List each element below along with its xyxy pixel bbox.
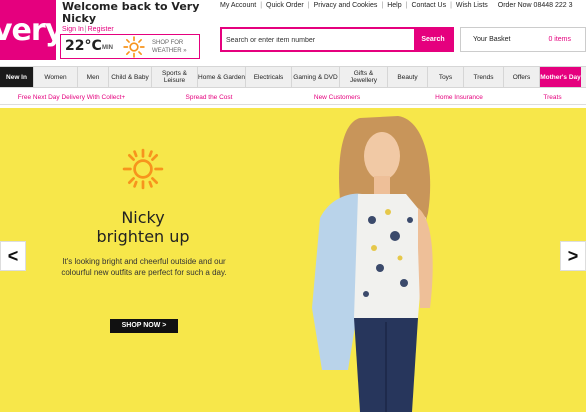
category-trends[interactable]: Trends: [464, 67, 504, 87]
category-child-baby[interactable]: Child & Baby: [109, 67, 152, 87]
my-account-link[interactable]: My Account: [220, 2, 256, 9]
basket-widget[interactable]: Your Basket 0 items: [460, 27, 586, 52]
carousel-next-button[interactable]: >: [560, 241, 586, 271]
nav-separator: |: [405, 2, 408, 9]
hero-headline-line2: brighten up: [96, 227, 190, 246]
privacy-link[interactable]: Privacy and Cookies: [314, 2, 378, 9]
category-beauty[interactable]: Beauty: [388, 67, 428, 87]
nav-separator: |: [260, 2, 263, 9]
shop-weather-line1: SHOP FOR: [152, 40, 184, 46]
nav-separator: |: [450, 2, 452, 9]
weather-min-label: MIN: [102, 45, 113, 51]
weather-widget[interactable]: 22°C MIN SHOP FOR WEATHER »: [60, 34, 200, 59]
register-link[interactable]: Register: [88, 26, 114, 33]
help-link[interactable]: Help: [387, 2, 401, 9]
category-gifts-jewellery[interactable]: Gifts & Jewellery: [340, 67, 388, 87]
category-new-in[interactable]: New In: [0, 67, 34, 87]
category-gaming-dvd[interactable]: Gaming & DVD: [292, 67, 340, 87]
basket-count: 0 items: [548, 36, 571, 43]
sign-in-link[interactable]: Sign In: [62, 26, 84, 33]
hero-headline-line1: Nicky: [121, 208, 165, 227]
category-mothers-day[interactable]: Mother's Day: [540, 67, 581, 87]
quick-order-link[interactable]: Quick Order: [266, 2, 304, 9]
category-offers[interactable]: Offers: [504, 67, 540, 87]
category-toys[interactable]: Toys: [428, 67, 464, 87]
shop-for-weather-link[interactable]: SHOP FOR WEATHER »: [152, 39, 187, 55]
shop-now-button[interactable]: SHOP NOW >: [110, 319, 178, 333]
very-logo[interactable]: very: [0, 0, 56, 60]
category-home-garden[interactable]: Home & Garden: [198, 67, 246, 87]
promo-new-customers[interactable]: New Customers: [275, 91, 401, 104]
hero-banner[interactable]: Nicky brighten up It's looking bright an…: [0, 108, 586, 412]
category-electricals[interactable]: Electricals: [246, 67, 292, 87]
shop-weather-line2: WEATHER: [152, 48, 182, 54]
logo-text: very: [0, 13, 56, 48]
promo-spread-cost[interactable]: Spread the Cost: [145, 91, 275, 104]
search-box: Search: [220, 27, 454, 52]
wish-lists-link[interactable]: Wish Lists: [456, 2, 488, 9]
hero-body-text: It's looking bright and cheerful outside…: [61, 257, 227, 277]
account-links: Sign In|Register: [62, 26, 212, 33]
carousel-prev-button[interactable]: <: [0, 241, 26, 271]
promo-home-insurance[interactable]: Home Insurance: [401, 91, 519, 104]
sun-icon: [122, 148, 164, 190]
weather-temperature: 22°C: [65, 38, 102, 54]
search-button[interactable]: Search: [414, 29, 452, 50]
sun-icon: [123, 36, 145, 58]
chevron-right-icon: »: [183, 48, 187, 54]
nav-separator: |: [307, 2, 310, 9]
search-input[interactable]: [226, 33, 412, 47]
category-men[interactable]: Men: [78, 67, 109, 87]
basket-label: Your Basket: [473, 36, 511, 43]
contact-link[interactable]: Contact Us: [411, 2, 446, 9]
category-nav: New In Women Men Child & Baby Sports & L…: [0, 66, 586, 88]
category-sports-leisure[interactable]: Sports & Leisure: [152, 67, 198, 87]
hero-headline: Nicky brighten up: [70, 208, 216, 246]
hero-model-image: [312, 116, 433, 412]
promo-free-delivery[interactable]: Free Next Day Delivery With Collect+: [0, 91, 145, 104]
category-women[interactable]: Women: [34, 67, 78, 87]
top-utility-nav: My Account | Quick Order | Privacy and Cooki…: [220, 2, 572, 9]
promo-bar: Free Next Day Delivery With Collect+ Spr…: [0, 91, 586, 105]
nav-spacer: [488, 2, 498, 9]
order-phone: Order Now 08448 222 3: [497, 2, 573, 9]
welcome-panel: Welcome back to Very Nicky Sign In|Regis…: [62, 0, 212, 34]
welcome-title: Welcome back to Very Nicky: [62, 0, 200, 25]
promo-treats[interactable]: Treats: [519, 91, 586, 104]
nav-separator: |: [381, 2, 384, 9]
